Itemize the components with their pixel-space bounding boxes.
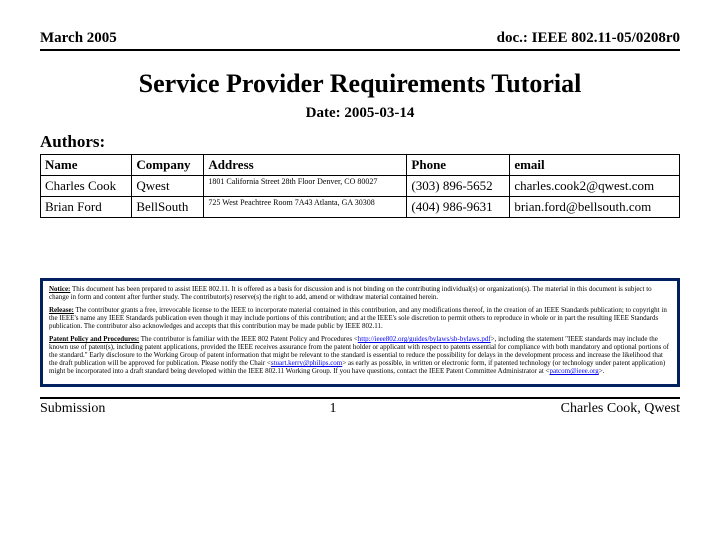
col-phone: Phone [407,155,510,176]
date-line: Date: 2005-03-14 [40,105,680,122]
cell-company: Qwest [132,176,204,197]
footer-row: Submission 1 Charles Cook, Qwest [40,397,680,417]
notice-text: This document has been prepared to assis… [49,285,652,301]
notice-lead: Notice: [49,285,70,293]
patent-lead: Patent Policy and Procedures: [49,335,139,343]
header-left: March 2005 [40,30,117,47]
table-row: Brian Ford BellSouth 725 West Peachtree … [41,197,680,218]
bylaws-link[interactable]: http://ieee802.org/guides/bylaws/sb-byla… [358,335,491,343]
table-header-row: Name Company Address Phone email [41,155,680,176]
table-row: Charles Cook Qwest 1801 California Stree… [41,176,680,197]
footer-center: 1 [329,401,336,417]
col-address: Address [204,155,407,176]
notice-box: Notice: This document has been prepared … [40,278,680,387]
page-title: Service Provider Requirements Tutorial [40,69,680,99]
cell-address: 1801 California Street 28th Floor Denver… [204,176,407,197]
col-company: Company [132,155,204,176]
release-text: The contributor grants a free, irrevocab… [49,306,667,330]
cell-company: BellSouth [132,197,204,218]
col-name: Name [41,155,132,176]
footer-left: Submission [40,401,105,417]
chair-email-link[interactable]: stuart.kerry@philips.com [271,359,342,367]
footer-right: Charles Cook, Qwest [561,401,680,417]
cell-phone: (404) 986-9631 [407,197,510,218]
patent-text: The contributor is familiar with the IEE… [139,335,358,343]
cell-phone: (303) 896-5652 [407,176,510,197]
cell-name: Brian Ford [41,197,132,218]
cell-email: charles.cook2@qwest.com [510,176,680,197]
authors-table: Name Company Address Phone email Charles… [40,154,680,218]
cell-address: 725 West Peachtree Room 7A43 Atlanta, GA… [204,197,407,218]
notice-paragraph: Notice: This document has been prepared … [49,285,671,301]
authors-label: Authors: [40,132,680,152]
header-row: March 2005 doc.: IEEE 802.11-05/0208r0 [40,30,680,51]
col-email: email [510,155,680,176]
release-paragraph: Release: The contributor grants a free, … [49,306,671,330]
release-lead: Release: [49,306,74,314]
cell-name: Charles Cook [41,176,132,197]
patent-paragraph: Patent Policy and Procedures: The contri… [49,335,671,375]
cell-email: brian.ford@bellsouth.com [510,197,680,218]
patent-text: >. [599,367,605,375]
patcom-email-link[interactable]: patcom@ieee.org [549,367,598,375]
header-right: doc.: IEEE 802.11-05/0208r0 [497,30,680,47]
